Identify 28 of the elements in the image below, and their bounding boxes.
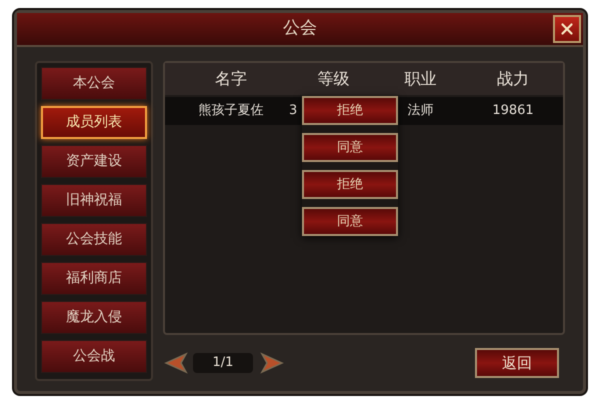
- sidebar-tab[interactable]: 魔龙入侵: [41, 301, 147, 334]
- sidebar-tab[interactable]: 福利商店: [41, 262, 147, 295]
- sidebar-tab[interactable]: 公会技能: [41, 223, 147, 256]
- sidebar-tab[interactable]: 旧神祝福: [41, 184, 147, 217]
- sidebar-tab[interactable]: 资产建设: [41, 145, 147, 178]
- column-header: 战力: [496, 68, 530, 90]
- page-indicator: 1/1: [193, 353, 253, 373]
- sidebar-tab[interactable]: 公会战: [41, 340, 147, 373]
- action-button[interactable]: 同意: [302, 133, 398, 162]
- column-header: 职业: [404, 68, 438, 90]
- left-arrow-icon: [164, 352, 188, 374]
- next-page-button[interactable]: [259, 351, 285, 375]
- back-button[interactable]: 返回: [475, 348, 559, 378]
- table-cell-text: 法师: [408, 102, 434, 120]
- window-title: 公会: [283, 17, 317, 40]
- action-button[interactable]: 拒绝: [302, 96, 398, 125]
- previous-page-button[interactable]: [163, 351, 189, 375]
- action-button[interactable]: 同意: [302, 207, 398, 236]
- table-cell-text: 熊孩子夏佐: [198, 102, 264, 120]
- right-arrow-icon: [260, 352, 284, 374]
- close-button[interactable]: [553, 15, 581, 43]
- table-cell-text: 3: [289, 102, 298, 120]
- sidebar-tab[interactable]: 本公会: [41, 67, 147, 100]
- column-header: 名字: [214, 68, 248, 90]
- sidebar-tab[interactable]: 成员列表: [41, 106, 147, 139]
- table-cell-text: 19861: [492, 102, 534, 120]
- action-button[interactable]: 拒绝: [302, 170, 398, 199]
- column-header: 等级: [316, 68, 350, 90]
